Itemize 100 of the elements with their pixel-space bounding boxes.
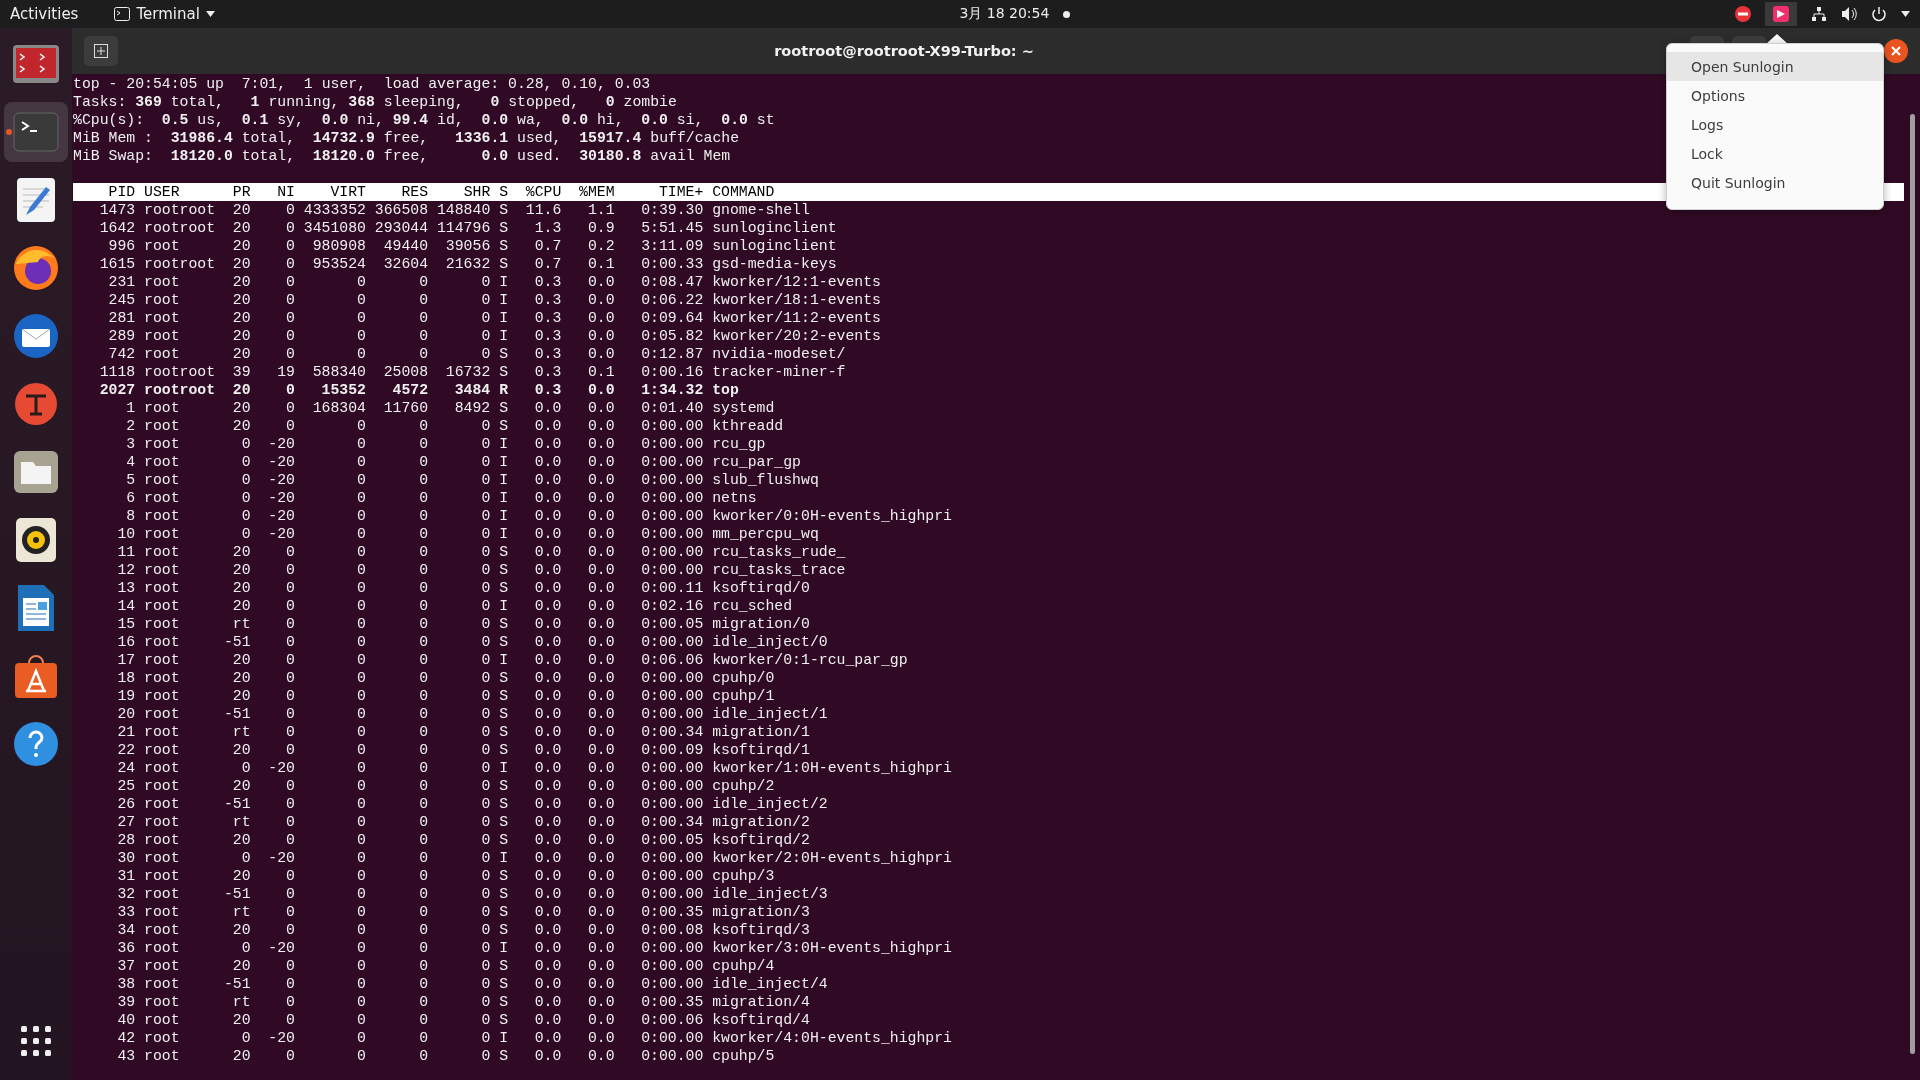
- table-cell: S: [499, 543, 509, 561]
- table-cell: 0:00.00: [641, 669, 704, 687]
- table-cell: 1.3: [534, 219, 562, 237]
- table-cell: 20: [232, 345, 251, 363]
- table-cell: I: [499, 273, 509, 291]
- table-cell: 0.3: [534, 309, 562, 327]
- column-header: SHR: [463, 183, 491, 201]
- app-menu[interactable]: Terminal: [114, 5, 215, 23]
- menu-item[interactable]: Logs: [1667, 110, 1883, 139]
- table-cell: 0.0: [534, 939, 562, 957]
- table-cell: 0: [481, 777, 491, 795]
- table-cell: rootroot: [144, 381, 216, 399]
- app-grid-icon[interactable]: [21, 1026, 51, 1056]
- table-cell: 5:51.45: [641, 219, 704, 237]
- table-cell: 0: [481, 813, 491, 831]
- column-header: VIRT: [330, 183, 366, 201]
- table-cell: 1642: [99, 219, 136, 237]
- table-cell: 0: [357, 813, 366, 831]
- table-cell: 0: [419, 939, 429, 957]
- table-cell: I: [499, 597, 509, 615]
- table-cell: 0.0: [534, 993, 562, 1011]
- table-cell: 0.0: [534, 525, 562, 543]
- table-cell: 0:00.00: [641, 939, 704, 957]
- table-cell: S: [499, 255, 509, 273]
- table-cell: 0.0: [587, 471, 615, 489]
- table-cell: root: [144, 1029, 180, 1047]
- letter-circle-icon[interactable]: [14, 382, 58, 426]
- table-cell: -20: [268, 525, 295, 543]
- table-cell: 13: [117, 579, 136, 597]
- table-cell: 14: [117, 597, 136, 615]
- table-cell: root: [144, 309, 180, 327]
- scrollbar[interactable]: [1909, 114, 1915, 1054]
- mail-icon[interactable]: [12, 313, 60, 359]
- menu-item[interactable]: Open Sunlogin: [1667, 52, 1883, 81]
- table-cell: 0: [286, 993, 295, 1011]
- table-cell: 0:00.08: [641, 921, 704, 939]
- table-cell: 0: [481, 597, 491, 615]
- table-cell: 0: [357, 885, 366, 903]
- table-cell: 0: [357, 975, 366, 993]
- folder-icon[interactable]: [13, 450, 59, 494]
- shopping-bag-icon[interactable]: [13, 653, 59, 699]
- clock[interactable]: 3月 18 20:54: [959, 5, 1050, 23]
- table-cell: 0.0: [534, 1029, 562, 1047]
- table-cell: ksoftirqd/3: [712, 921, 810, 939]
- table-cell: 0.0: [587, 669, 615, 687]
- help-icon[interactable]: [13, 721, 59, 767]
- table-cell: 0: [357, 615, 366, 633]
- table-cell: 0.0: [587, 975, 615, 993]
- table-cell: S: [499, 867, 509, 885]
- table-cell: root: [144, 885, 180, 903]
- table-cell: 0: [419, 831, 429, 849]
- activities-button[interactable]: Activities: [10, 5, 79, 23]
- system-monitor-icon[interactable]: [12, 44, 60, 84]
- document-icon[interactable]: [16, 584, 56, 632]
- table-cell: 21: [117, 723, 136, 741]
- table-cell: 0: [357, 417, 366, 435]
- table-cell: kworker/20:2-events: [712, 327, 881, 345]
- table-cell: 0:00.00: [641, 489, 704, 507]
- table-cell: 39056: [445, 237, 491, 255]
- power-icon[interactable]: [1871, 6, 1887, 22]
- menu-item[interactable]: Quit Sunlogin: [1667, 168, 1883, 197]
- table-cell: root: [144, 1047, 180, 1065]
- close-button[interactable]: [1884, 39, 1908, 63]
- table-cell: 30: [117, 849, 136, 867]
- table-cell: 20: [232, 1047, 251, 1065]
- volume-icon[interactable]: [1841, 6, 1857, 22]
- table-cell: 0: [481, 435, 491, 453]
- new-tab-button[interactable]: [84, 36, 118, 66]
- table-cell: cpuhp/0: [712, 669, 775, 687]
- network-icon[interactable]: [1811, 6, 1827, 22]
- table-cell: rt: [232, 813, 251, 831]
- table-cell: 1: [126, 399, 136, 417]
- table-cell: 20: [232, 1011, 251, 1029]
- table-cell: I: [499, 489, 509, 507]
- tray-app-button[interactable]: [1765, 2, 1797, 26]
- table-cell: rootroot: [144, 255, 216, 273]
- menu-item[interactable]: Options: [1667, 81, 1883, 110]
- table-cell: 0: [286, 957, 295, 975]
- table-cell: 0: [419, 687, 429, 705]
- menu-item[interactable]: Lock: [1667, 139, 1883, 168]
- table-cell: 0: [419, 759, 429, 777]
- caret-icon[interactable]: [1901, 11, 1910, 17]
- table-cell: 0.0: [587, 705, 615, 723]
- table-cell: 0.0: [534, 795, 562, 813]
- no-entry-icon[interactable]: [1735, 6, 1751, 22]
- table-cell: 4: [126, 453, 136, 471]
- table-cell: root: [144, 993, 180, 1011]
- browser-icon[interactable]: [12, 244, 60, 292]
- table-cell: 0: [419, 633, 429, 651]
- table-cell: kworker/0:1-rcu_par_gp: [712, 651, 908, 669]
- table-cell: 0:00.34: [641, 723, 704, 741]
- table-cell: 0: [357, 849, 366, 867]
- terminal-icon[interactable]: [13, 112, 59, 152]
- table-cell: kworker/18:1-events: [712, 291, 881, 309]
- table-cell: 26: [117, 795, 136, 813]
- text-editor-icon[interactable]: [16, 177, 56, 223]
- speaker-icon[interactable]: [15, 517, 57, 563]
- table-cell: ksoftirqd/0: [712, 579, 810, 597]
- table-cell: 0: [286, 615, 295, 633]
- table-cell: I: [499, 453, 509, 471]
